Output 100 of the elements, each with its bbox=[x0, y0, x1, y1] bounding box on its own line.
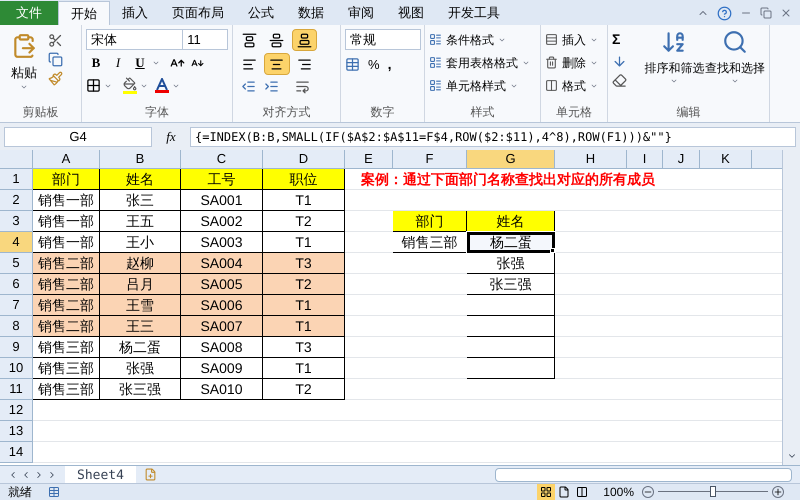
cells-menu-button[interactable]: 格式 bbox=[562, 76, 586, 94]
style-menu-button[interactable]: 条件格式 bbox=[446, 30, 494, 48]
horizontal-scrollbar[interactable] bbox=[494, 468, 792, 482]
macro-record-icon[interactable] bbox=[48, 486, 60, 498]
editing-button[interactable]: 查找和选择 bbox=[704, 59, 765, 77]
decrease-indent-icon[interactable] bbox=[241, 79, 256, 94]
name-box[interactable]: G4 bbox=[4, 127, 152, 147]
copy-icon[interactable] bbox=[48, 52, 63, 67]
column-header[interactable]: E bbox=[345, 150, 393, 168]
search-icon[interactable] bbox=[722, 29, 748, 55]
zoom-in-icon[interactable] bbox=[772, 486, 784, 498]
align-top-icon[interactable] bbox=[242, 32, 258, 48]
column-header[interactable]: A bbox=[33, 150, 100, 168]
row-header[interactable]: 9 bbox=[0, 337, 33, 358]
row-header[interactable]: 2 bbox=[0, 190, 33, 211]
italic-button[interactable]: I bbox=[108, 53, 128, 73]
borders-icon[interactable] bbox=[86, 78, 101, 93]
align-left-icon[interactable] bbox=[242, 56, 258, 72]
font-color-icon[interactable] bbox=[155, 78, 169, 93]
dropdown-caret-icon[interactable] bbox=[730, 77, 739, 85]
new-sheet-icon[interactable] bbox=[144, 468, 157, 481]
ribbon-tab[interactable]: 开发工具 bbox=[436, 1, 512, 25]
table-style-icon[interactable] bbox=[429, 79, 442, 92]
row-header[interactable]: 7 bbox=[0, 295, 33, 316]
fill-icon[interactable] bbox=[612, 54, 627, 69]
normal-view-button[interactable] bbox=[537, 484, 556, 500]
ribbon-tab[interactable]: 开始 bbox=[58, 1, 110, 25]
restore-icon[interactable] bbox=[760, 7, 772, 19]
file-tab[interactable]: 文件 bbox=[0, 1, 58, 25]
page-icon[interactable] bbox=[558, 486, 570, 498]
align-right-icon[interactable] bbox=[296, 56, 312, 72]
ribbon-tab[interactable]: 插入 bbox=[110, 1, 160, 25]
style-menu-button[interactable]: 套用表格格式 bbox=[446, 54, 518, 72]
ribbon-tab[interactable]: 审阅 bbox=[336, 1, 386, 25]
row-header[interactable]: 3 bbox=[0, 211, 33, 232]
ribbon-tab[interactable]: 数据 bbox=[286, 1, 336, 25]
close-icon[interactable] bbox=[780, 7, 792, 19]
row-header[interactable]: 4 bbox=[0, 232, 33, 253]
zoom-out-icon[interactable] bbox=[642, 486, 654, 498]
align-center-button[interactable] bbox=[264, 53, 290, 75]
comma-button[interactable]: , bbox=[388, 54, 392, 75]
increase-indent-icon[interactable] bbox=[264, 79, 279, 94]
row-header[interactable]: 1 bbox=[0, 169, 33, 190]
table-style-icon[interactable] bbox=[429, 56, 442, 69]
row-header[interactable]: 10 bbox=[0, 358, 33, 379]
underline-button[interactable]: U bbox=[130, 53, 150, 73]
fill-color-icon[interactable] bbox=[123, 77, 137, 94]
column-header[interactable]: C bbox=[181, 150, 263, 168]
number-format-field[interactable]: 常规 bbox=[345, 29, 421, 50]
row-header[interactable]: 12 bbox=[0, 400, 33, 421]
formula-field[interactable]: {=INDEX(B:B,SMALL(IF($A$2:$A$11=F$4,ROW($2:$11),4^8),ROW(F1)))&""} bbox=[190, 127, 796, 147]
autosum-button[interactable]: Σ bbox=[612, 29, 626, 50]
help-icon[interactable] bbox=[717, 6, 732, 20]
cells-menu-button[interactable]: 插入 bbox=[562, 30, 586, 48]
cells-menu-button[interactable]: 删除 bbox=[562, 54, 586, 72]
eraser-icon[interactable] bbox=[612, 73, 627, 88]
grid-icon[interactable] bbox=[540, 486, 552, 498]
row-header[interactable]: 11 bbox=[0, 379, 33, 400]
editing-button[interactable]: 排序和筛选 bbox=[644, 59, 704, 77]
fill-handle[interactable] bbox=[550, 248, 555, 253]
zoom-slider-thumb[interactable] bbox=[710, 486, 716, 497]
wrap-text-icon[interactable] bbox=[295, 79, 310, 94]
bold-button[interactable]: B bbox=[86, 53, 106, 73]
style-menu-button[interactable]: 单元格样式 bbox=[446, 76, 506, 94]
align-bottom-button[interactable] bbox=[292, 29, 317, 51]
table-cell: 部门 bbox=[33, 169, 100, 190]
row-header[interactable]: 8 bbox=[0, 316, 33, 337]
ribbon-tab[interactable]: 视图 bbox=[386, 1, 436, 25]
row-header[interactable]: 13 bbox=[0, 421, 33, 442]
align-middle-icon[interactable] bbox=[269, 32, 284, 48]
column-header[interactable]: K bbox=[700, 150, 752, 168]
dropdown-caret-icon[interactable] bbox=[152, 59, 160, 67]
dropdown-caret-icon[interactable] bbox=[670, 77, 678, 85]
row-header[interactable]: 5 bbox=[0, 253, 33, 274]
cells-icon[interactable] bbox=[545, 56, 558, 69]
align-bottom-icon[interactable] bbox=[296, 32, 312, 48]
column-header[interactable]: I bbox=[627, 150, 663, 168]
align-center-icon[interactable] bbox=[269, 56, 284, 72]
ribbon-tab[interactable]: 页面布局 bbox=[160, 1, 236, 25]
cells-icon[interactable] bbox=[545, 79, 558, 92]
column-header[interactable]: B bbox=[100, 150, 181, 168]
font-size-field[interactable]: 11 bbox=[183, 29, 228, 50]
scissors-icon[interactable] bbox=[48, 33, 63, 48]
columns-icon[interactable] bbox=[576, 486, 588, 498]
row-header[interactable]: 14 bbox=[0, 442, 33, 463]
table-style-icon[interactable] bbox=[429, 33, 442, 46]
row-header[interactable]: 6 bbox=[0, 274, 33, 295]
column-header[interactable]: H bbox=[555, 150, 627, 168]
column-header[interactable]: J bbox=[663, 150, 700, 168]
column-header[interactable]: D bbox=[263, 150, 345, 168]
format-painter-icon[interactable] bbox=[48, 71, 63, 86]
fx-label[interactable]: fx bbox=[156, 127, 186, 147]
font-name-field[interactable]: 宋体 bbox=[86, 29, 184, 50]
paste-button[interactable]: 粘贴 bbox=[11, 63, 37, 82]
percent-button[interactable]: % bbox=[368, 54, 380, 74]
sheet-tab[interactable]: Sheet4 bbox=[65, 466, 136, 484]
ribbon-tab[interactable]: 公式 bbox=[236, 1, 286, 25]
column-header[interactable]: G bbox=[467, 150, 555, 168]
cells-icon[interactable] bbox=[545, 33, 558, 46]
currency-icon[interactable] bbox=[345, 57, 360, 72]
